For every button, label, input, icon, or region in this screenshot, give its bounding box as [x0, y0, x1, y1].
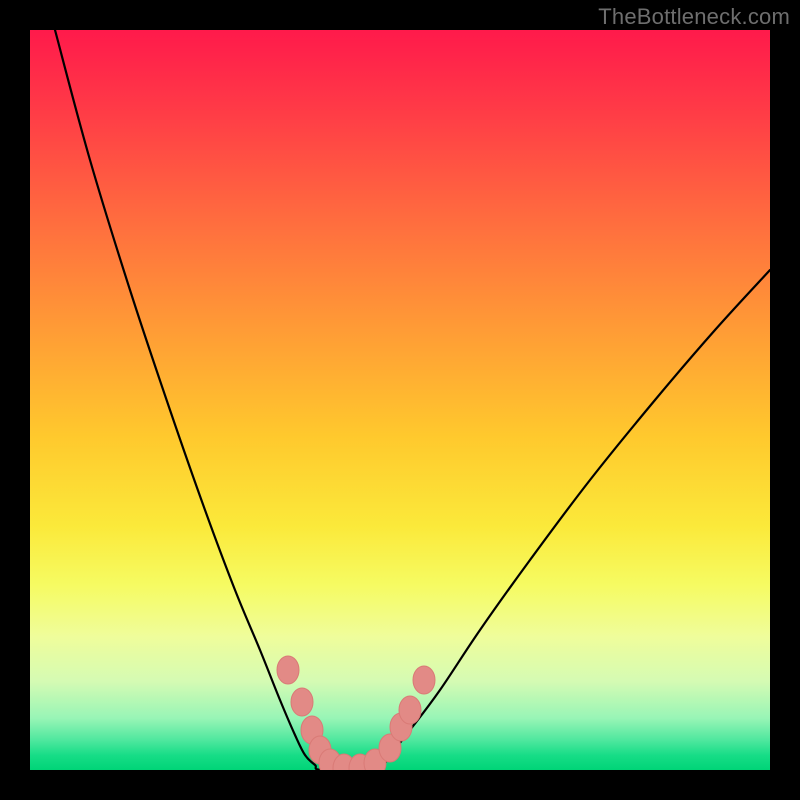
curve-marker: [277, 656, 299, 684]
curve-marker: [399, 696, 421, 724]
curve-marker: [413, 666, 435, 694]
plot-area: [30, 30, 770, 770]
bottleneck-curve: [30, 30, 770, 770]
marker-group: [277, 656, 435, 770]
watermark-text: TheBottleneck.com: [598, 4, 790, 30]
curve-path: [55, 30, 770, 770]
curve-marker: [291, 688, 313, 716]
chart-frame: TheBottleneck.com: [0, 0, 800, 800]
